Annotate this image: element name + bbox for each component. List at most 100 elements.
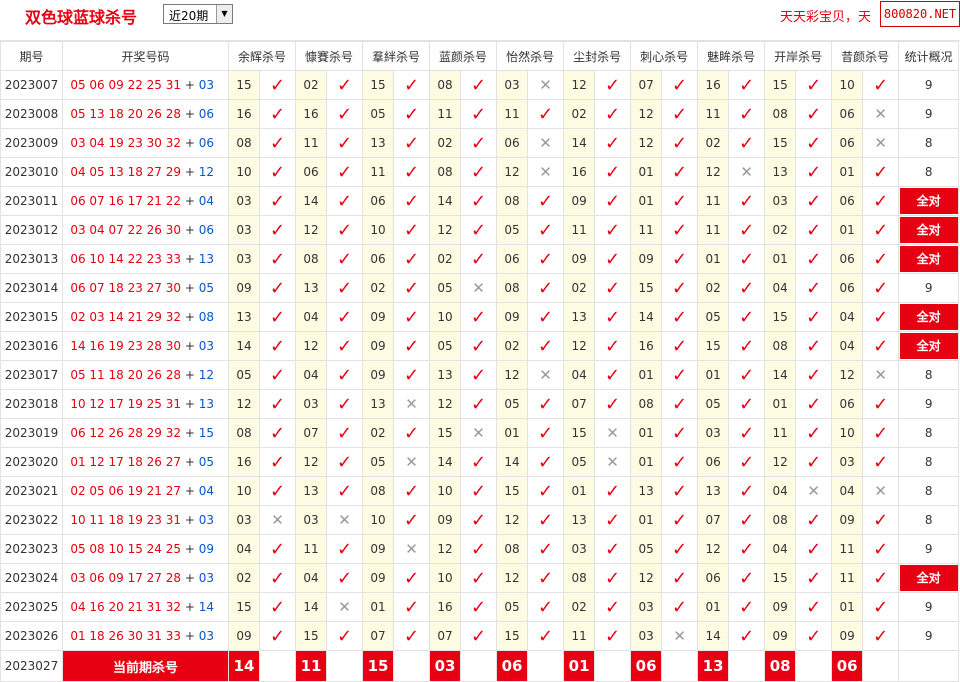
red-balls: 03 04 19 23 30 32 [70,136,182,150]
kill-result: ✓ [862,389,900,419]
kill-result: ✕ [527,360,565,390]
site-brand-link[interactable]: 800820.NET [880,1,960,27]
kill-result: ✕ [862,476,900,506]
check-icon: ✓ [672,161,688,183]
kill-number: 02 [563,592,596,622]
kill-result: ✓ [795,302,833,332]
cross-icon: ✕ [539,76,552,94]
stat-summary: 8 [898,447,960,477]
kill-number: 12 [496,360,529,390]
cross-icon: ✕ [539,163,552,181]
check-icon: ✓ [471,451,487,473]
red-balls: 05 08 10 15 24 25 [70,542,182,556]
kill-result: ✓ [393,302,431,332]
plus-separator: + [181,165,199,179]
kill-result: ✓ [258,476,297,506]
kill-result: ✓ [527,99,565,129]
stat-summary: 8 [898,157,960,187]
kill-number: 12 [228,389,260,419]
cross-icon: ✕ [338,511,351,529]
check-icon: ✓ [403,422,420,444]
kill-result: ✓ [460,505,498,535]
kill-result: ✓ [661,592,699,622]
kill-number: 11 [362,157,395,187]
kill-number: 02 [563,273,596,303]
kill-result: ✓ [527,331,565,361]
kill-number: 02 [362,418,395,448]
kill-result: ✓ [594,244,632,274]
kill-number: 12 [295,215,328,245]
chevron-down-icon[interactable]: ▼ [216,5,232,23]
period-select[interactable]: 近20期 ▼ [163,4,233,24]
kill-result: ✓ [661,302,699,332]
stat-summary: 9 [898,592,960,622]
kill-number: 10 [831,418,864,448]
stat-summary: 8 [898,128,960,158]
issue-number: 2023024 [0,563,63,593]
current-kill-number: 11 [295,650,328,682]
kill-result: ✓ [728,476,766,506]
kill-number: 02 [362,273,395,303]
current-kill-number: 15 [362,650,395,682]
scrolling-ticker[interactable]: 天天彩宝贝，天 [780,6,871,25]
kill-result: ✓ [393,186,431,216]
kill-number: 04 [764,534,797,564]
draw-numbers: 10 12 17 19 25 31 + 13 [62,389,229,419]
kill-result: ✓ [795,418,833,448]
table-row: 2023008 05 13 18 20 26 28 + 06 16 ✓ 16 ✓ 05 ✓ 11… [0,99,960,129]
check-icon: ✓ [873,567,889,589]
kill-result: ✓ [460,244,498,274]
kill-result: ✓ [326,476,364,506]
kill-number: 12 [295,447,328,477]
kill-result: ✓ [594,389,632,419]
kill-result: ✓ [661,447,699,477]
blue-kill-table: 期号 开奖号码 余辉杀号 慷賽杀号 羣絆杀号 蓝颜杀号 怡然杀号 尘封杀号 刺心杀号 魅眸杀号 开岸… [0,41,960,682]
kill-result: ✓ [728,389,766,419]
kill-number: 08 [295,244,328,274]
stat-summary: 9 [898,273,960,303]
blue-ball: 03 [198,513,214,527]
kill-number: 04 [295,302,328,332]
kill-result: ✓ [728,447,766,477]
kill-result: ✓ [795,592,833,622]
check-icon: ✓ [672,480,688,502]
check-icon: ✓ [806,567,822,589]
check-icon: ✓ [471,364,487,386]
check-icon: ✓ [403,364,420,386]
kill-result: ✓ [258,244,297,274]
kill-number: 06 [697,447,730,477]
kill-result: ✕ [326,505,364,535]
check-icon: ✓ [806,132,822,154]
cross-icon: ✕ [606,453,619,471]
check-icon: ✓ [269,219,286,241]
check-icon: ✓ [739,335,755,357]
kill-number: 03 [228,186,260,216]
kill-result: ✓ [258,99,297,129]
draw-numbers: 06 07 16 17 21 22 + 04 [62,186,229,216]
stat-summary: 全对 [898,563,960,593]
kill-number: 06 [831,128,864,158]
kill-result: ✓ [795,563,833,593]
kill-result: ✓ [594,360,632,390]
kill-number: 01 [563,476,596,506]
check-icon: ✓ [605,509,621,531]
kill-result: ✕ [594,447,632,477]
check-icon: ✓ [605,538,621,560]
kill-number: 14 [295,186,328,216]
kill-number: 07 [630,70,663,100]
kill-number: 15 [295,621,328,651]
check-icon: ✓ [269,161,286,183]
kill-result: ✓ [594,534,632,564]
kill-number: 08 [764,331,797,361]
column-header: 慷賽杀号 [295,41,364,71]
issue-number: 2023017 [0,360,63,390]
kill-result: ✓ [862,563,900,593]
cross-icon: ✕ [874,482,887,500]
kill-number: 01 [630,505,663,535]
check-icon: ✓ [471,480,487,502]
kill-number: 02 [563,99,596,129]
kill-number: 04 [831,331,864,361]
check-icon: ✓ [806,509,822,531]
cross-icon: ✕ [405,453,418,471]
check-icon: ✓ [739,277,755,299]
